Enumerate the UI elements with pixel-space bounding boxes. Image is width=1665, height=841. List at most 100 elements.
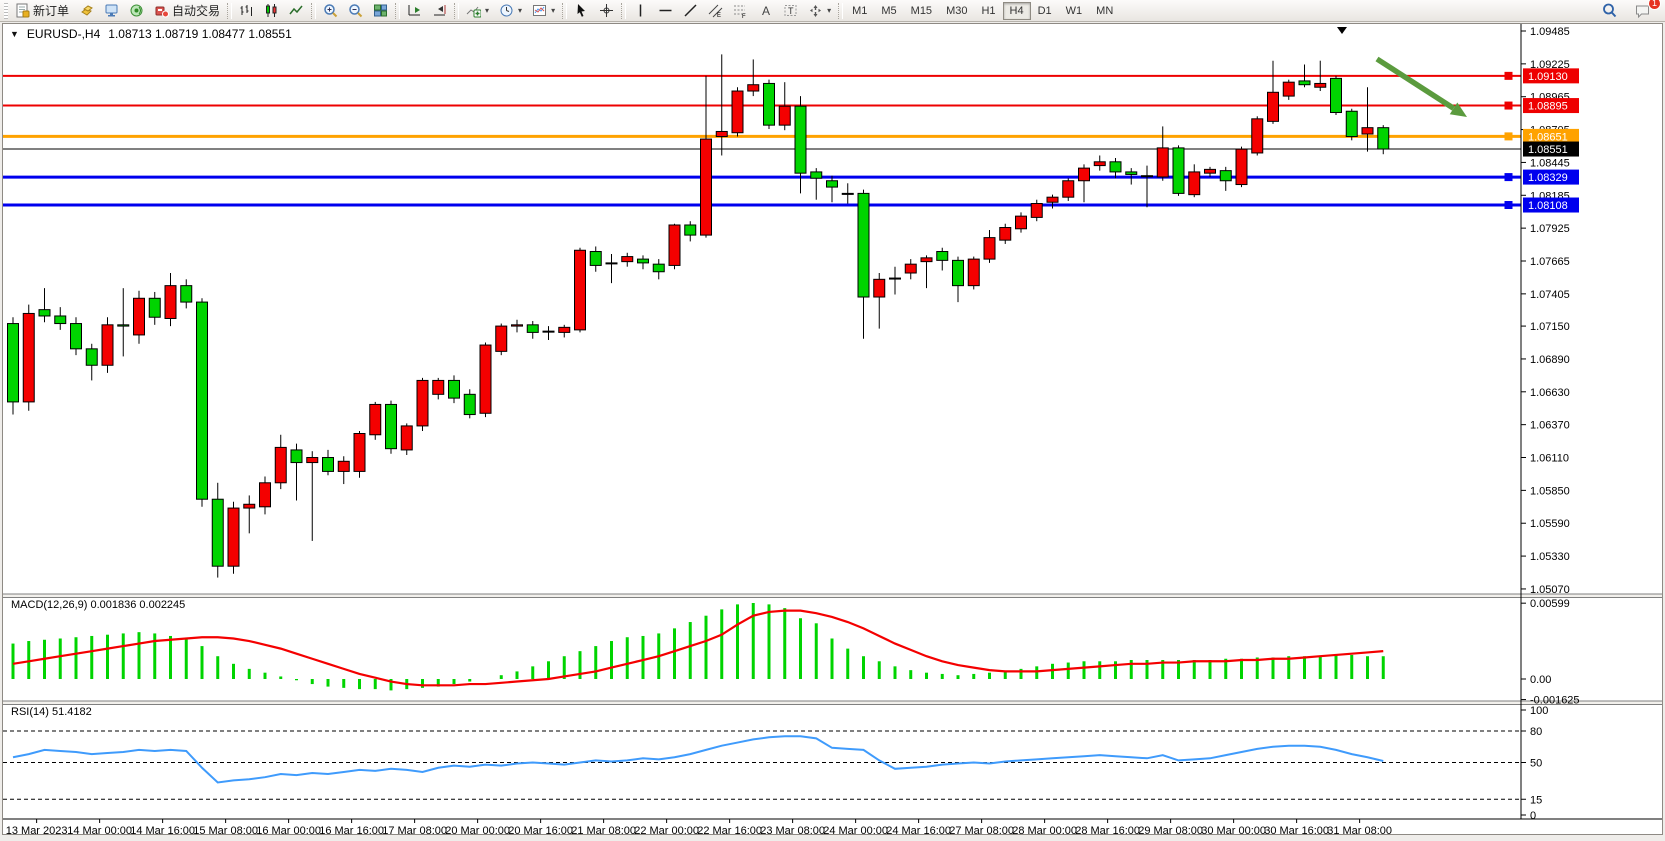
auto-scroll-button[interactable]	[402, 1, 427, 21]
svg-text:T: T	[788, 6, 794, 16]
date-label: 30 Mar 00:00	[1201, 825, 1266, 834]
market-watch-button[interactable]	[74, 1, 99, 21]
price-tick-1.06630: 1.06630	[1530, 387, 1570, 399]
line-chart-button[interactable]	[284, 1, 309, 21]
macd-tick-0.00599: 0.00599	[1530, 598, 1570, 610]
candle-body	[1299, 81, 1310, 85]
toolbar-separator	[311, 3, 316, 19]
candle-body	[842, 193, 853, 194]
timeframe-w1-button[interactable]: W1	[1059, 2, 1090, 20]
candle-body	[181, 286, 192, 302]
chart-canvas[interactable]: 1.094851.092251.089651.087051.084451.081…	[3, 24, 1662, 834]
toolbar-grip[interactable]	[4, 3, 8, 19]
candle-body	[260, 483, 271, 507]
toolbar-separator	[621, 3, 626, 19]
rsi-tick-50: 50	[1530, 758, 1542, 770]
horizontal-line-button[interactable]	[653, 1, 678, 21]
candle-body	[433, 380, 444, 394]
candle-body	[716, 131, 727, 136]
zoom-out-button[interactable]	[343, 1, 368, 21]
notification-badge: 1	[1648, 0, 1661, 10]
rsi-tick-0: 0	[1530, 810, 1536, 822]
arrows-dropdown[interactable]: ▾	[803, 1, 836, 21]
timeframe-m5-button[interactable]: M5	[874, 2, 903, 20]
text-label-button[interactable]: T	[778, 1, 803, 21]
notifications-button[interactable]: 1	[1630, 1, 1655, 21]
main-macd-separator	[3, 594, 1662, 598]
rsi-tick-100: 100	[1530, 705, 1548, 717]
candle-body	[386, 404, 397, 448]
candle-body	[1331, 78, 1342, 112]
candle-body	[1094, 162, 1105, 166]
date-label: 16 Mar 00:00	[256, 825, 321, 834]
candle-body	[1016, 216, 1027, 229]
date-label: 21 Mar 08:00	[571, 825, 636, 834]
fibonacci-button-icon: F	[733, 3, 748, 18]
indicators-dropdown[interactable]: ▾	[461, 1, 494, 21]
timeframe-m30-button[interactable]: M30	[939, 2, 974, 20]
timeframe-d1-button[interactable]: D1	[1031, 2, 1059, 20]
bar-chart-button[interactable]	[234, 1, 259, 21]
fibonacci-button[interactable]: F	[728, 1, 753, 21]
cursor-button[interactable]	[569, 1, 594, 21]
new-order-button[interactable]: 新订单	[10, 1, 74, 21]
timeframe-h4-button[interactable]: H4	[1003, 2, 1031, 20]
price-tick-1.05070: 1.05070	[1530, 584, 1570, 596]
candlestick-chart-button[interactable]	[259, 1, 284, 21]
candle-body	[165, 286, 176, 319]
rsi-tick-15: 15	[1530, 794, 1542, 806]
candle-body	[795, 106, 806, 173]
candle-body	[1157, 148, 1168, 177]
macd-tick-0.00: 0.00	[1530, 674, 1551, 686]
chart-background	[3, 24, 1662, 834]
text-label-button-icon: T	[783, 3, 798, 18]
candle-body	[1378, 128, 1389, 149]
toolbar-separator	[562, 3, 567, 19]
trendline-button[interactable]	[678, 1, 703, 21]
macd-rsi-separator	[3, 701, 1662, 705]
chart-shift-button[interactable]	[427, 1, 452, 21]
price-tick-1.05850: 1.05850	[1530, 485, 1570, 497]
text-button[interactable]: A	[753, 1, 778, 21]
candle-body	[1063, 181, 1074, 197]
data-window-button[interactable]	[99, 1, 124, 21]
candle-body	[559, 327, 570, 332]
candle-body	[55, 316, 66, 324]
candlestick-chart-button-icon	[264, 3, 279, 18]
crosshair-button[interactable]	[594, 1, 619, 21]
periods-dropdown[interactable]: ▾	[494, 1, 527, 21]
price-label-1.08551: 1.08551	[1528, 144, 1568, 156]
search-button[interactable]	[1597, 1, 1622, 21]
signals-button[interactable]	[124, 1, 149, 21]
arrows-dropdown-icon	[808, 3, 823, 18]
line-endpoint-marker	[1505, 133, 1512, 140]
timeframe-m15-button[interactable]: M15	[904, 2, 939, 20]
timeframe-h1-button[interactable]: H1	[974, 2, 1002, 20]
timeframe-m1-button[interactable]: M1	[845, 2, 874, 20]
date-label: 28 Mar 16:00	[1075, 825, 1140, 834]
candle-body	[701, 139, 712, 235]
mt4-application: 新订单自动交易▾▾▾EFAT▾M1M5M15M30H1H4D1W1MN1 1.0…	[0, 0, 1665, 841]
templates-dropdown[interactable]: ▾	[527, 1, 560, 21]
candle-body	[71, 324, 82, 349]
dropdown-arrow-icon: ▾	[551, 6, 555, 15]
candle-body	[921, 258, 932, 262]
zoom-in-button[interactable]	[318, 1, 343, 21]
candle-body	[1346, 111, 1357, 136]
svg-text:A: A	[762, 4, 770, 18]
candle-body	[39, 310, 50, 316]
candle-body	[1283, 82, 1294, 96]
tile-windows-button[interactable]	[368, 1, 393, 21]
price-tick-1.05590: 1.05590	[1530, 518, 1570, 530]
timeframe-mn-button[interactable]: MN	[1089, 2, 1120, 20]
date-label: 14 Mar 00:00	[67, 825, 132, 834]
vertical-line-button[interactable]	[628, 1, 653, 21]
candle-body	[449, 380, 460, 398]
equidistant-channel-button[interactable]: E	[703, 1, 728, 21]
autotrading-button[interactable]: 自动交易	[149, 1, 225, 21]
line-endpoint-marker	[1505, 72, 1512, 79]
zoom-out-button-icon	[348, 3, 363, 18]
candle-body	[984, 238, 995, 259]
candle-body	[338, 461, 349, 471]
candle-body	[748, 85, 759, 91]
